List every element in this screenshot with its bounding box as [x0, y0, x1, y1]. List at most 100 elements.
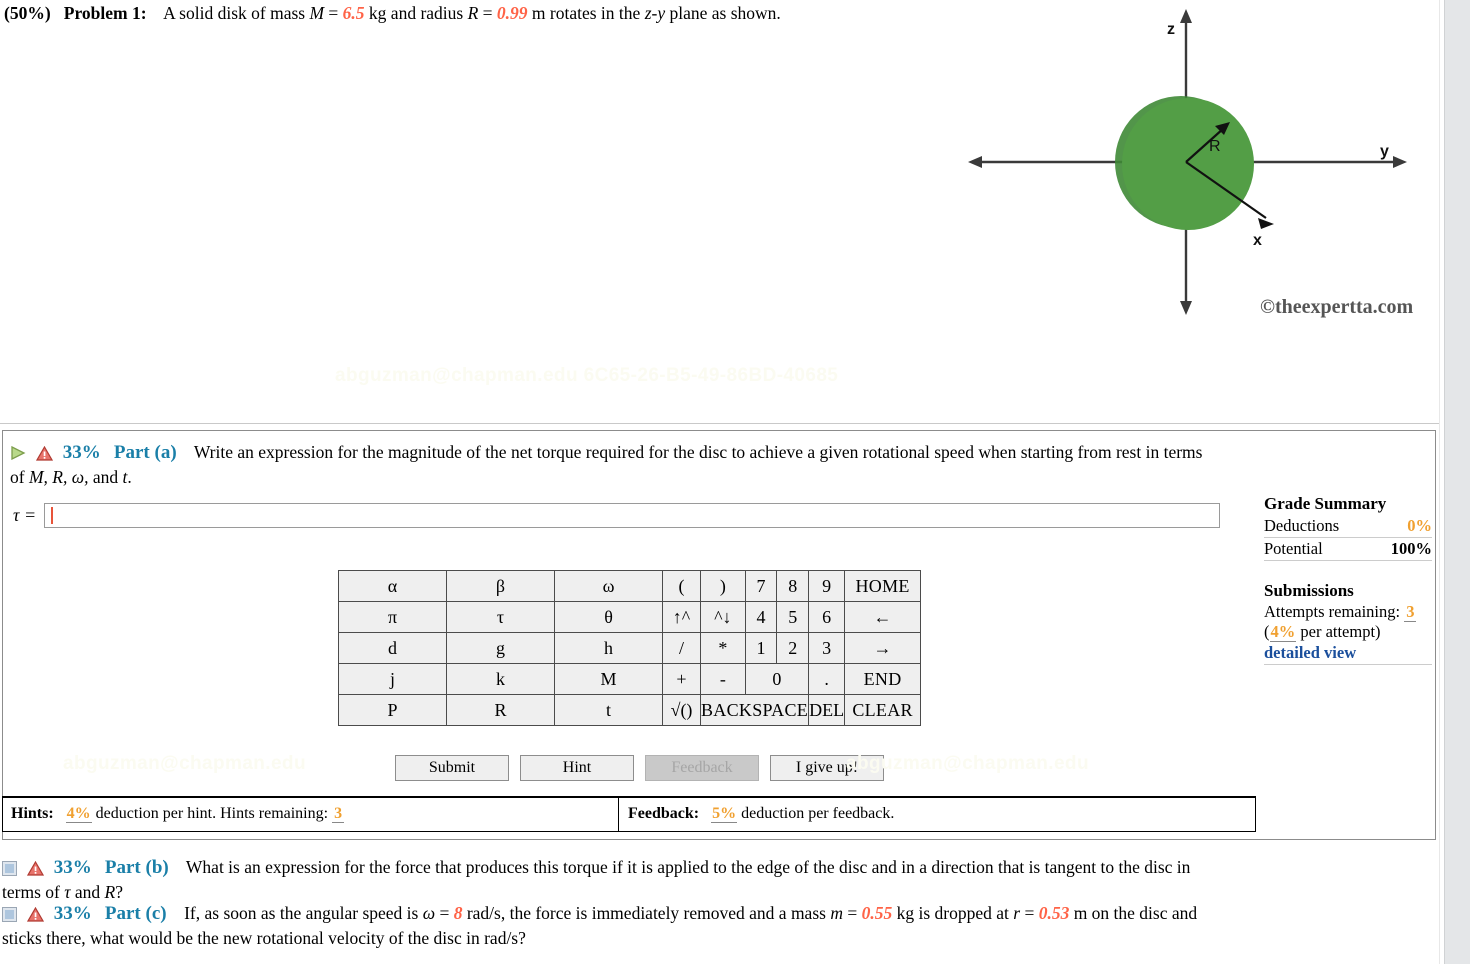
keypad-key-0[interactable]: 0: [744, 663, 810, 695]
keypad-key-h[interactable]: h: [554, 632, 663, 664]
submit-button[interactable]: Submit: [395, 755, 509, 781]
watermark-left: abguzman@chapman.edu: [63, 753, 306, 774]
part-c-section: 33% Part (c) If, as soon as the angular …: [2, 902, 1436, 949]
math-keypad: α β ω() 7 8 9 HOME π τ θ ↑^ ^↓ 4 5 6 ← d g h / * 1 2 3 → j k M + -0. E…: [338, 570, 922, 726]
problem-eq-2: =: [478, 3, 497, 23]
keypad-key-1[interactable]: 1: [744, 632, 778, 664]
hints-info: Hints: 4% deduction per hint. Hints rema…: [11, 805, 345, 823]
keypad-key-backspace: BACKSPACE: [699, 694, 810, 726]
svg-text:x: x: [1253, 232, 1262, 249]
detailed-view-row: detailed view: [1264, 642, 1432, 665]
keypad-key-8[interactable]: 8: [776, 570, 810, 602]
part-b-var-R: R: [104, 881, 116, 902]
per-attempt-percent: 4%: [1269, 622, 1297, 642]
keypad-key-m[interactable]: M: [554, 663, 663, 695]
keypad-key-d[interactable]: d: [338, 632, 447, 664]
part-c-eq-3: =: [1020, 903, 1039, 923]
attempts-value: 3: [1404, 602, 1417, 622]
attempts-label: Attempts remaining:: [1264, 602, 1401, 621]
keypad-key-[interactable]: α: [338, 570, 447, 602]
part-b-name: Part (b): [104, 857, 169, 878]
answer-input[interactable]: [44, 503, 1221, 528]
feedback-info: Feedback: 5% deduction per feedback.: [628, 805, 894, 823]
keypad-key-2[interactable]: 2: [776, 632, 810, 664]
keypad-key-3[interactable]: 3: [808, 632, 846, 664]
problem-label: Problem 1:: [63, 3, 147, 23]
keypad-row: α β ω() 7 8 9 HOME: [338, 570, 922, 602]
hints-text: deduction per hint. Hints remaining:: [95, 805, 333, 822]
keypad-key-[interactable]: √(): [662, 694, 701, 726]
keypad-key-: ^↓: [700, 601, 746, 633]
content-area: (50%) Problem 1: A solid disk of mass M …: [0, 0, 1440, 964]
deductions-label: Deductions: [1264, 516, 1340, 535]
text-caret: [51, 507, 53, 524]
keypad-key-j[interactable]: j: [338, 663, 447, 695]
hint-button[interactable]: Hint: [520, 755, 634, 781]
grade-summary-panel: Grade Summary Deductions 0% Potential 10…: [1264, 494, 1432, 665]
keypad-key-[interactable]: +: [662, 663, 701, 695]
collapse-square-icon[interactable]: [2, 859, 17, 876]
problem-text-3: m rotates in the: [527, 3, 645, 23]
part-a-percent: 33%: [62, 442, 101, 463]
part-c-name: Part (c): [104, 903, 167, 924]
keypad-key-6[interactable]: 6: [808, 601, 846, 633]
page-root: (50%) Problem 1: A solid disk of mass M …: [0, 0, 1470, 964]
part-c-eq-1: =: [435, 903, 454, 923]
warning-icon: [27, 859, 45, 876]
keypad-key-[interactable]: β: [446, 570, 555, 602]
keypad-key-g[interactable]: g: [446, 632, 555, 664]
keypad-row: d g h / * 1 2 3 →: [338, 632, 922, 664]
keypad-key-[interactable]: π: [338, 601, 447, 633]
part-a-prompt-line2-post: and: [88, 466, 123, 487]
keypad-key-[interactable]: θ: [554, 601, 663, 633]
problem-value-R: 0.99: [496, 3, 528, 23]
part-a-heading: 33% Part (a) Write an expression for the…: [10, 441, 1425, 488]
action-button-row: Submit Hint Feedback I give up!: [395, 755, 884, 781]
part-c-seg-2: rad/s, the force is immediately removed …: [462, 903, 831, 923]
part-a-panel: 33% Part (a) Write an expression for the…: [2, 430, 1436, 840]
detailed-view-link[interactable]: detailed view: [1264, 643, 1356, 662]
feedback-label: Feedback:: [628, 805, 700, 822]
keypad-key-t[interactable]: t: [554, 694, 663, 726]
hints-deduction-percent: 4%: [65, 805, 92, 823]
problem-text-1: A solid disk of mass: [163, 3, 310, 23]
keypad-key-clear: CLEAR: [844, 694, 922, 726]
keypad-key-p[interactable]: P: [338, 694, 447, 726]
feedback-button: Feedback: [645, 755, 759, 781]
vertical-scrollbar[interactable]: [1444, 0, 1470, 964]
part-a-prompt-end: .: [127, 466, 132, 487]
part-c-seg-1: If, as soon as the angular speed is: [184, 903, 423, 923]
collapse-square-icon[interactable]: [2, 905, 17, 922]
keypad-key-7[interactable]: 7: [744, 570, 778, 602]
part-c-value-r: 0.53: [1038, 903, 1070, 923]
keypad-key-k[interactable]: k: [446, 663, 555, 695]
keypad-key-: ←: [844, 601, 922, 633]
keypad-key-[interactable]: ω: [554, 570, 663, 602]
problem-plane-label: z-y: [644, 3, 666, 23]
keypad-key-[interactable]: -: [700, 663, 746, 695]
keypad-key-5[interactable]: 5: [776, 601, 810, 633]
keypad-key-[interactable]: τ: [446, 601, 555, 633]
part-a-prompt-line1: Write an expression for the magnitude of…: [193, 442, 1203, 462]
answer-row: τ =: [13, 503, 1221, 528]
per-attempt-row: (4% per attempt): [1264, 622, 1432, 642]
part-c-percent: 33%: [53, 903, 92, 924]
grade-spacer: [1264, 561, 1432, 581]
part-b-section: 33% Part (b) What is an expression for t…: [2, 856, 1436, 903]
keypad-key-[interactable]: .: [808, 663, 846, 695]
keypad-key-4[interactable]: 4: [744, 601, 778, 633]
per-attempt-open: (: [1264, 622, 1270, 641]
disk-diagram-svg: z y x R ©theexpertta.com: [968, 9, 1414, 318]
disk-diagram-figure: z y x R ©theexpertta.com: [930, 0, 1440, 340]
problem-weight: (50%): [4, 3, 51, 23]
potential-value: 100%: [1390, 539, 1432, 558]
deductions-row: Deductions 0%: [1264, 515, 1432, 538]
hints-remaining-value: 3: [332, 805, 345, 823]
keypad-key-r[interactable]: R: [446, 694, 555, 726]
feedback-text: deduction per feedback.: [741, 805, 895, 822]
keypad-key-9[interactable]: 9: [808, 570, 846, 602]
warning-icon: [36, 444, 54, 461]
expand-triangle-icon[interactable]: [10, 443, 26, 461]
part-b-prompt-line2-pre: terms of: [2, 881, 65, 902]
keypad-key-[interactable]: (: [662, 570, 701, 602]
